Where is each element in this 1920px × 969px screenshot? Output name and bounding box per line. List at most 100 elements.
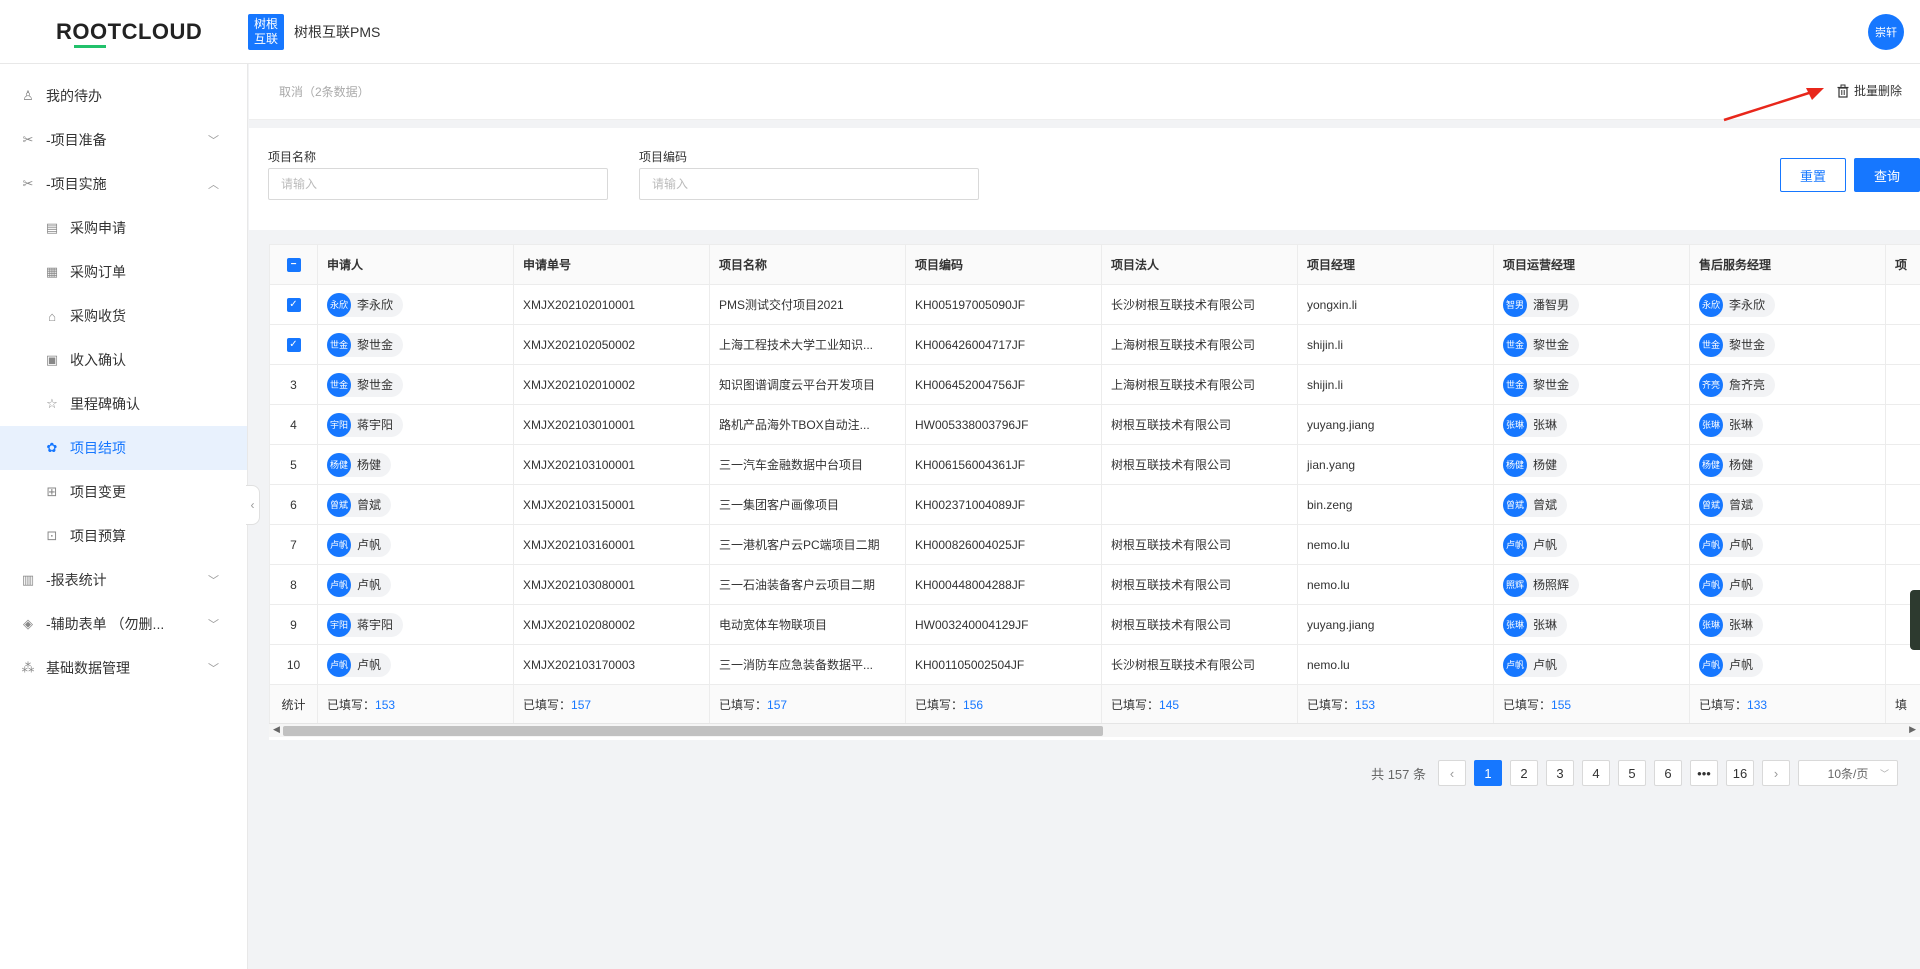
row-index-cell[interactable]: 7 <box>269 524 318 565</box>
person-tag: 杨健 杨健 <box>1699 452 1764 477</box>
user-avatar[interactable]: 崇轩 <box>1868 14 1904 50</box>
row-index-cell[interactable]: 8 <box>269 564 318 605</box>
col-header: 项目经理 <box>1297 244 1494 285</box>
legal-entity-cell: 树根互联技术有限公司 <box>1101 524 1298 565</box>
col-header: 售后服务经理 <box>1689 244 1886 285</box>
last-page-button[interactable]: 16 <box>1726 760 1754 786</box>
scroll-right-icon[interactable]: ▶ <box>1909 724 1916 735</box>
table-row[interactable]: 7 卢帆 卢帆 XMJX202103160001 三一港机客户云PC端项目二期 KH000… <box>269 524 1920 565</box>
row-index-cell[interactable]: 5 <box>269 444 318 485</box>
project-manager-cell: nemo.lu <box>1297 524 1494 565</box>
reset-button[interactable]: 重置 <box>1780 158 1846 192</box>
page-button[interactable]: 1 <box>1474 760 1502 786</box>
row-index-cell[interactable]: 3 <box>269 364 318 405</box>
sidebar-item[interactable]: ⌂ 采购收货 <box>0 294 247 338</box>
row-index-cell[interactable]: ✓ <box>269 324 318 365</box>
person-name: 潘智男 <box>1533 298 1570 312</box>
row-index-cell[interactable]: 4 <box>269 404 318 445</box>
sidebar-item[interactable]: ◈ -辅助表单 （勿删... ﹀ <box>0 602 247 646</box>
scroll-thumb[interactable] <box>283 726 1103 736</box>
sidebar-item[interactable]: ▣ 收入确认 <box>0 338 247 382</box>
avatar: 照辉 <box>1503 572 1527 597</box>
more-pages-button[interactable]: ••• <box>1690 760 1718 786</box>
query-button[interactable]: 查询 <box>1854 158 1920 192</box>
row-checkbox[interactable]: ✓ <box>286 297 301 312</box>
sidebar-item[interactable]: ⁂ 基础数据管理 ﹀ <box>0 646 247 690</box>
page-button[interactable]: 6 <box>1654 760 1682 786</box>
overflow-cell <box>1885 364 1920 405</box>
legal-entity-cell: 树根互联技术有限公司 <box>1101 604 1298 645</box>
table-row[interactable]: 9 宇阳 蒋宇阳 XMJX202102080002 电动宽体车物联项目 HW0032400… <box>269 604 1920 645</box>
batch-delete-button[interactable]: 批量删除 <box>1836 82 1902 99</box>
prev-page-button[interactable]: ‹ <box>1438 760 1466 786</box>
person-name: 卢帆 <box>357 538 382 552</box>
sidebar-item[interactable]: ♙ 我的待办 <box>0 74 247 118</box>
project-name-label: 项目名称 <box>268 150 317 164</box>
project-name-cell: 三一汽车金融数据中台项目 <box>709 444 906 485</box>
avatar: 齐亮 <box>1699 372 1723 397</box>
col-header: 项目运营经理 <box>1493 244 1690 285</box>
cancel-selection-link[interactable]: 取消（2条数据） <box>279 83 370 100</box>
table-row[interactable]: 8 卢帆 卢帆 XMJX202103080001 三一石油装备客户云项目二期 KH0004… <box>269 564 1920 605</box>
avatar: 杨健 <box>1699 452 1723 477</box>
sidebar-item[interactable]: ⊡ 项目预算 <box>0 514 247 558</box>
row-index-cell[interactable]: 6 <box>269 484 318 525</box>
person-cell: 世金 黎世金 <box>317 364 514 405</box>
summary-cell: 已填写：153 <box>317 684 514 725</box>
floating-side-widget[interactable] <box>1910 590 1920 650</box>
request-no-cell: XMJX202102080002 <box>513 604 710 645</box>
sidebar-item[interactable]: ▤ 采购申请 <box>0 206 247 250</box>
table-row[interactable]: 6 曾斌 曾斌 XMJX202103150001 三一集团客户画像项目 KH0023710… <box>269 484 1920 525</box>
scroll-left-icon[interactable]: ◀ <box>273 724 280 735</box>
page-button[interactable]: 2 <box>1510 760 1538 786</box>
legal-entity-cell: 树根互联技术有限公司 <box>1101 564 1298 605</box>
user-icon: ♙ <box>22 88 34 103</box>
project-name-input[interactable] <box>268 168 608 200</box>
project-code-input[interactable] <box>639 168 979 200</box>
annotation-arrow <box>1723 88 1824 122</box>
doc-icon: ▤ <box>45 220 59 235</box>
tools-icon: ✂ <box>22 176 34 191</box>
sidebar-item[interactable]: ✿ 项目结项 <box>0 426 247 470</box>
select-all-checkbox[interactable]: − <box>286 257 301 272</box>
select-all-checkbox-cell[interactable]: − <box>269 244 318 285</box>
sidebar-item[interactable]: ☆ 里程碑确认 <box>0 382 247 426</box>
avatar: 卢帆 <box>327 572 351 597</box>
table-row[interactable]: 5 杨健 杨健 XMJX202103100001 三一汽车金融数据中台项目 KH00615… <box>269 444 1920 485</box>
sidebar-item[interactable]: ▥ -报表统计 ﹀ <box>0 558 247 602</box>
legal-entity-cell: 上海树根互联技术有限公司 <box>1101 324 1298 365</box>
next-page-button[interactable]: › <box>1762 760 1790 786</box>
sidebar-item[interactable]: ⊞ 项目变更 <box>0 470 247 514</box>
row-checkbox[interactable]: ✓ <box>286 337 301 352</box>
sidebar-item[interactable]: ▦ 采购订单 <box>0 250 247 294</box>
summary-prefix: 已填写： <box>719 698 768 712</box>
row-index-cell[interactable]: ✓ <box>269 284 318 325</box>
sidebar: ♙ 我的待办 ✂ -项目准备 ﹀ ✂ -项目实施 ︿ ▤ 采购申请 ▦ 采购订单 ⌂ 采购收货 ▣ 收入确认 ☆… <box>0 64 248 969</box>
summary-label: 统计 <box>269 684 318 725</box>
table-row[interactable]: 3 世金 黎世金 XMJX202102010002 知识图谱调度云平台开发项目 KH006… <box>269 364 1920 405</box>
table-row[interactable]: ✓ 永欣 李永欣 XMJX202102010001 PMS测试交付项目2021 KH005… <box>269 284 1920 325</box>
person-name: 卢帆 <box>1533 658 1558 672</box>
table-row[interactable]: 10 卢帆 卢帆 XMJX202103170003 三一消防车应急装备数据平... KH0… <box>269 644 1920 685</box>
horizontal-scrollbar[interactable]: ◀ ▶ <box>269 723 1920 737</box>
page-button[interactable]: 4 <box>1582 760 1610 786</box>
sidebar-item[interactable]: ✂ -项目实施 ︿ <box>0 162 247 206</box>
row-index-cell[interactable]: 10 <box>269 644 318 685</box>
overflow-cell <box>1885 404 1920 445</box>
table-row[interactable]: ✓ 世金 黎世金 XMJX202102050002 上海工程技术大学工业知识... KH0… <box>269 324 1920 365</box>
avatar: 卢帆 <box>327 652 351 677</box>
page-size-select[interactable]: 10条/页 ﹀ <box>1798 760 1898 786</box>
main-content: 取消（2条数据） 批量删除 项目名称 项目编码 重置 查询 <box>249 64 1920 969</box>
page-button[interactable]: 5 <box>1618 760 1646 786</box>
summary-cell: 已填写：133 <box>1689 684 1886 725</box>
request-no-cell: XMJX202103160001 <box>513 524 710 565</box>
sidebar-item[interactable]: ✂ -项目准备 ﹀ <box>0 118 247 162</box>
sidebar-item-label: 采购申请 <box>70 220 126 236</box>
table-row[interactable]: 4 宇阳 蒋宇阳 XMJX202103010001 路机产品海外TBOX自动注... HW… <box>269 404 1920 445</box>
avatar: 曾斌 <box>1699 492 1723 517</box>
rootcloud-logo[interactable]: R OO TCLOUD <box>0 0 248 64</box>
row-index-cell[interactable]: 9 <box>269 604 318 645</box>
page-button[interactable]: 3 <box>1546 760 1574 786</box>
person-tag: 杨健 杨健 <box>1503 452 1568 477</box>
person-tag: 卢帆 卢帆 <box>327 652 392 677</box>
